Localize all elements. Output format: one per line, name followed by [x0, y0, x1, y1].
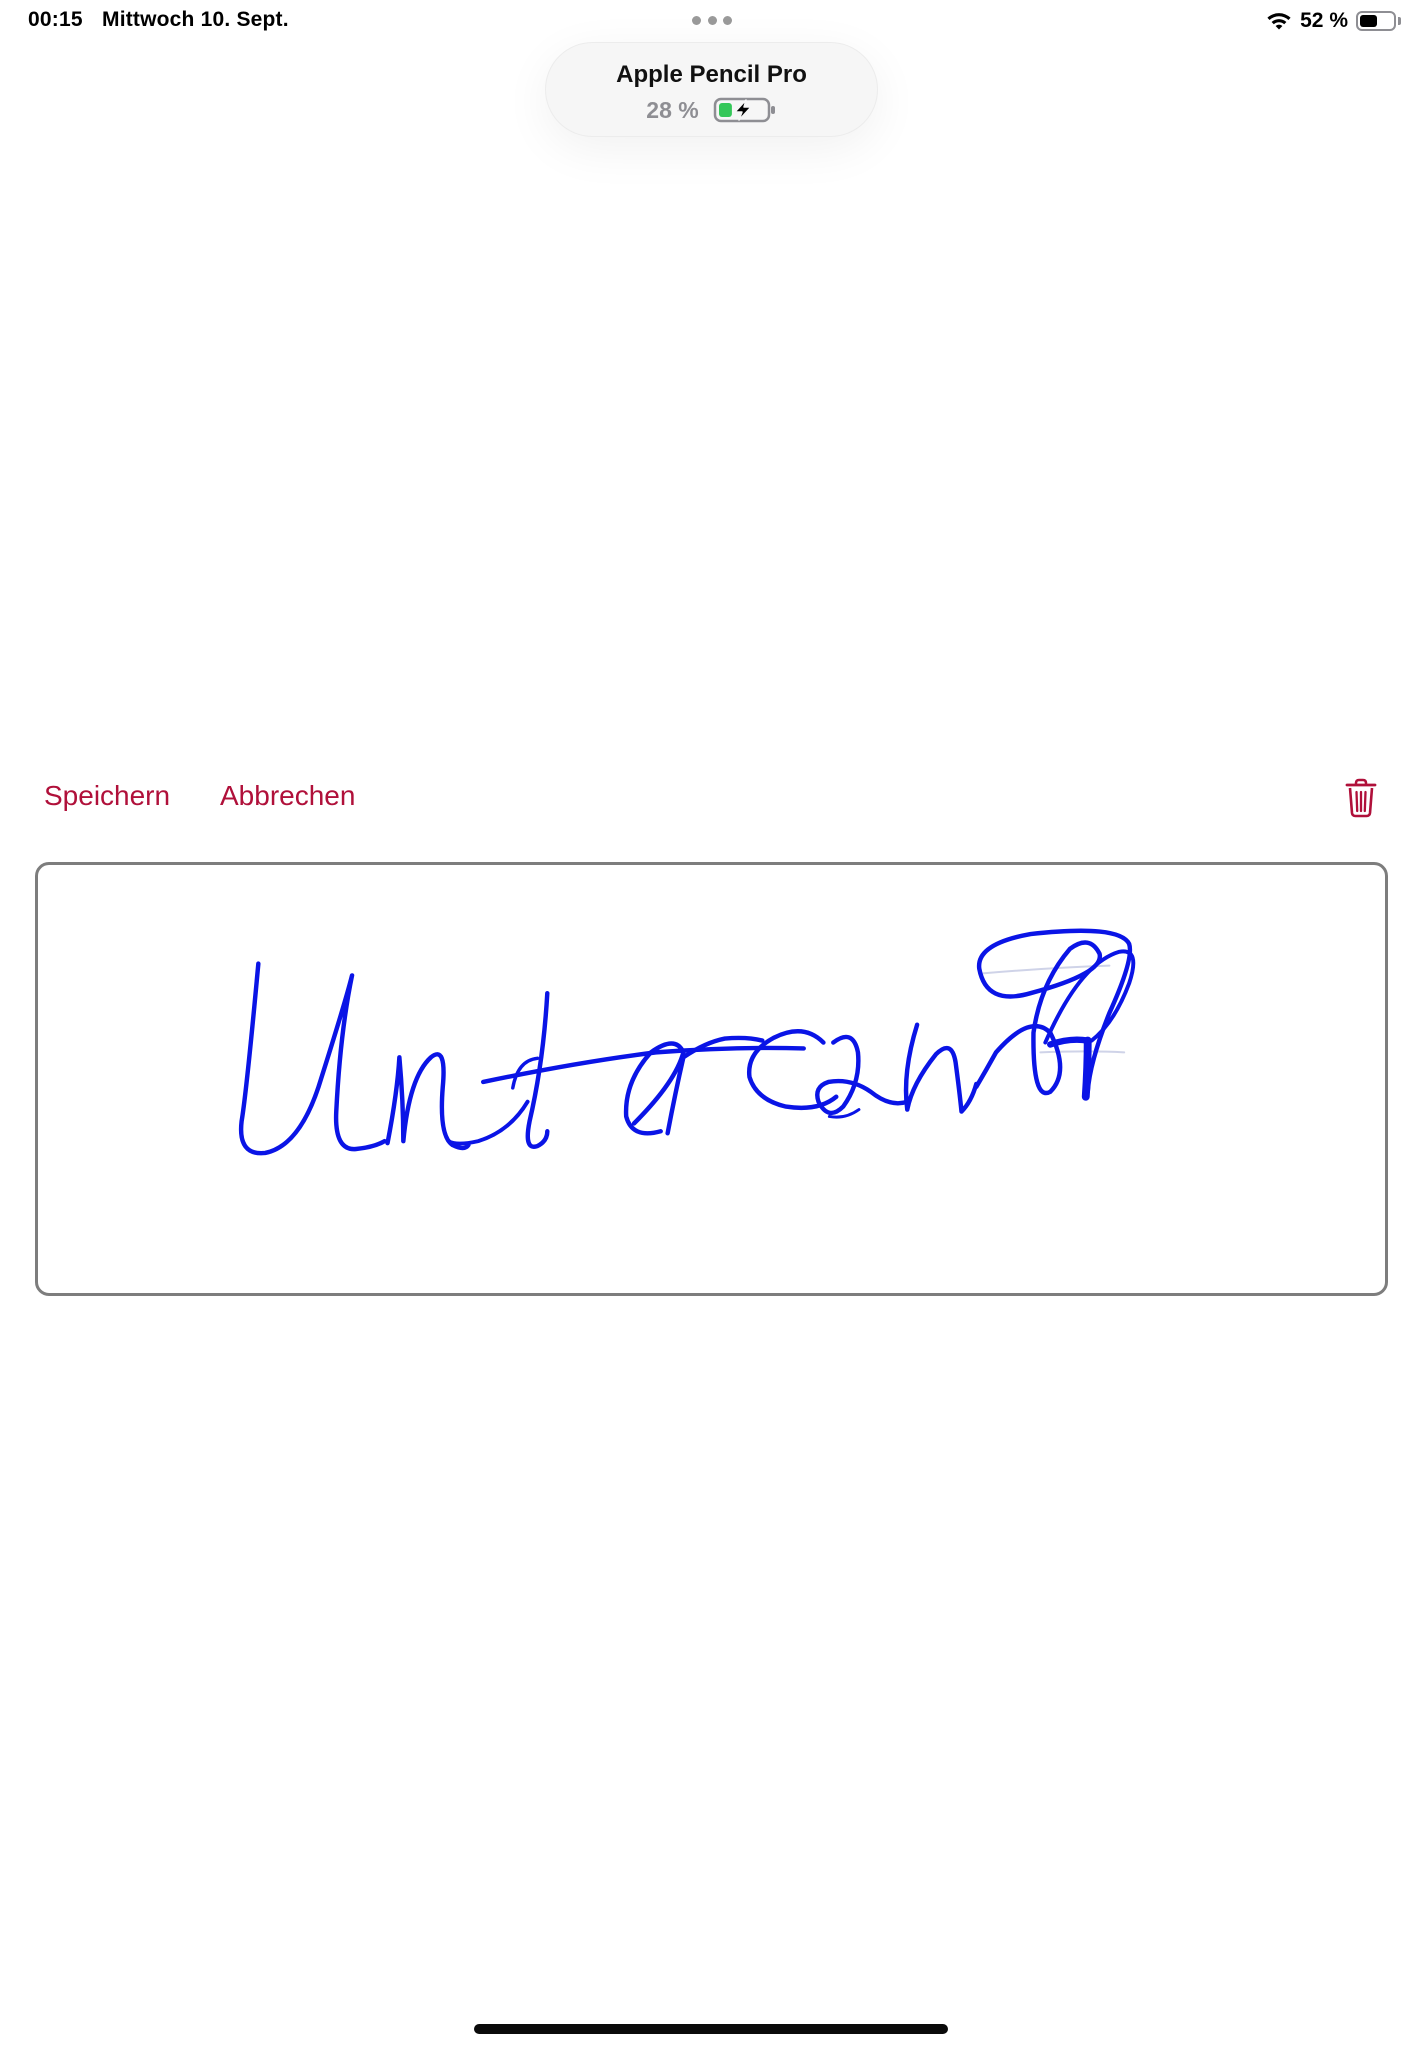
- signature-screen: 00:15 Mittwoch 10. Sept. 52 % Apple Penc…: [0, 0, 1423, 2048]
- signature-drawing: [238, 928, 1136, 1156]
- trash-icon: [1345, 778, 1377, 818]
- status-bar: 00:15 Mittwoch 10. Sept. 52 %: [0, 0, 1423, 44]
- signature-toolbar: Speichern Abbrechen: [0, 770, 1423, 822]
- signature-canvas[interactable]: [35, 862, 1388, 1296]
- cancel-button[interactable]: Abbrechen: [220, 780, 355, 812]
- wifi-icon: [1267, 13, 1291, 30]
- pencil-battery-status: 28 %: [546, 95, 877, 125]
- save-button[interactable]: Speichern: [44, 780, 170, 812]
- pencil-battery-popup: Apple Pencil Pro 28 %: [545, 42, 878, 137]
- battery-percent: 52 %: [1300, 9, 1348, 32]
- battery-cap: [1398, 17, 1401, 25]
- pencil-battery-percent: 28 %: [646, 96, 699, 123]
- delete-signature-button[interactable]: [1344, 778, 1378, 818]
- status-indicators: 52 %: [1266, 6, 1401, 36]
- pencil-device-name: Apple Pencil Pro: [616, 61, 807, 88]
- battery-fill: [1360, 15, 1377, 27]
- battery-icon: [1356, 11, 1396, 31]
- status-date: Mittwoch 10. Sept.: [102, 8, 289, 31]
- multitasking-menu-dots-icon[interactable]: [692, 16, 732, 26]
- home-indicator[interactable]: [474, 2024, 948, 2034]
- charging-battery-icon: [713, 97, 775, 123]
- status-time: 00:15: [28, 8, 83, 31]
